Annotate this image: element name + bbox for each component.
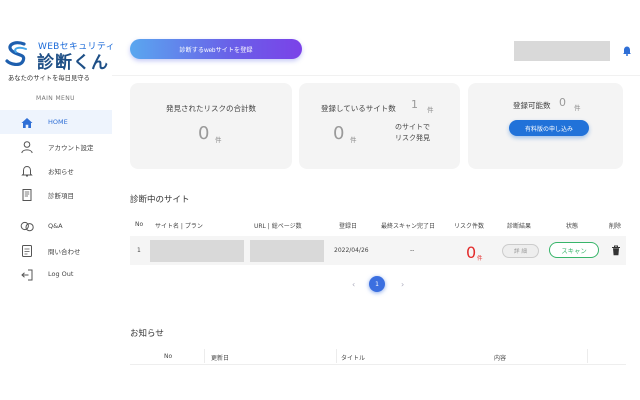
registered-sites-count: 1	[411, 98, 418, 111]
last-scan-date: --	[410, 247, 415, 254]
pagination-next[interactable]: ›	[401, 280, 404, 289]
sidebar-item-diagnosis[interactable]: 診断項目	[0, 182, 112, 206]
brand-logo[interactable]: WEBセキュリティ 診断くん	[4, 38, 115, 73]
column-header: 内容	[494, 355, 507, 362]
sidebar-item-label: 問い合わせ	[48, 248, 81, 256]
sidebar-item-home[interactable]: HOME	[0, 110, 112, 134]
capacity-unit: 件	[574, 104, 581, 112]
register-site-button[interactable]: 診断するwebサイトを登録	[130, 39, 302, 59]
column-header: 削除	[609, 223, 622, 230]
sidebar-item-qa[interactable]: Q&A	[0, 214, 112, 238]
logout-icon	[21, 269, 33, 281]
header-divider	[112, 75, 640, 76]
pagination-current[interactable]: 1	[369, 276, 385, 292]
sidebar-item-label: HOME	[48, 118, 68, 126]
risk-sites-unit: 件	[350, 136, 357, 144]
document-icon	[22, 189, 32, 201]
column-divider	[204, 349, 205, 363]
site-name-redacted	[150, 240, 244, 262]
scan-button[interactable]: スキャン	[549, 242, 599, 258]
column-divider	[336, 349, 337, 363]
registered-date: 2022/04/26	[334, 247, 369, 254]
sidebar-item-label: Log Out	[48, 270, 74, 278]
column-header: 更新日	[211, 355, 230, 362]
column-header: タイトル	[341, 355, 366, 362]
card-title: 登録しているサイト数	[321, 104, 396, 113]
risk-total-value: 0	[198, 123, 210, 144]
card-title: 登録可能数	[513, 101, 551, 110]
note-line: のサイトで	[395, 123, 430, 131]
column-header: URL | 総ページ数	[254, 223, 302, 230]
risk-count-unit: 件	[477, 256, 483, 262]
sidebar-item-label: 診断項目	[48, 192, 74, 200]
sidebar: WEBセキュリティ 診断くん あなたのサイトを毎日見守る MAIN MENU H…	[0, 0, 115, 400]
card-title: 発見されたリスクの合計数	[166, 104, 256, 113]
logo-title: 診断くん	[37, 53, 109, 73]
tagline: あなたのサイトを毎日見守る	[8, 75, 90, 82]
sidebar-item-label: お知らせ	[48, 168, 74, 176]
paid-plan-apply-button[interactable]: 有料版の申し込み	[509, 120, 589, 136]
column-header: 登録日	[339, 223, 358, 230]
column-header: 最終スキャン完了日	[381, 223, 436, 230]
column-divider	[587, 349, 588, 363]
column-header: 診断結果	[507, 223, 532, 230]
capacity-value: 0	[559, 96, 566, 109]
risk-sites-value: 0	[333, 123, 345, 144]
sites-section-title: 診断中のサイト	[130, 195, 190, 205]
chat-icon	[20, 221, 34, 232]
contact-icon	[22, 245, 32, 257]
sidebar-item-news[interactable]: お知らせ	[0, 158, 112, 182]
trash-icon[interactable]	[611, 245, 621, 256]
site-url-redacted	[250, 240, 324, 262]
capacity-card: 登録可能数 0 件 有料版の申し込み	[468, 83, 623, 169]
logo-mark-icon	[5, 41, 27, 66]
detail-button[interactable]: 詳 細	[502, 244, 539, 258]
news-table-divider	[130, 364, 626, 365]
sidebar-item-label: アカウント設定	[48, 144, 94, 152]
pagination-prev[interactable]: ‹	[352, 280, 355, 289]
notification-bell-icon[interactable]	[622, 45, 632, 56]
sidebar-item-label: Q&A	[48, 222, 63, 230]
column-header: 状態	[566, 223, 579, 230]
note-line: リスク発見	[395, 134, 430, 142]
menu-title: MAIN MENU	[36, 95, 75, 102]
risk-total-card: 発見されたリスクの合計数 0 件	[130, 83, 292, 169]
column-header: No	[135, 221, 144, 228]
user-account-box[interactable]	[514, 41, 610, 61]
sidebar-item-account[interactable]: アカウント設定	[0, 134, 112, 158]
sidebar-item-logout[interactable]: Log Out	[0, 262, 112, 286]
registered-sites-count-unit: 件	[427, 106, 434, 114]
home-icon	[21, 118, 33, 128]
registered-sites-card: 登録しているサイト数 1 件 0 件 のサイトで リスク発見	[299, 83, 460, 169]
column-header: No	[164, 353, 173, 360]
user-icon	[21, 141, 33, 154]
column-header: リスク件数	[454, 223, 485, 230]
row-number: 1	[137, 247, 141, 254]
news-section-title: お知らせ	[130, 329, 164, 339]
risk-count: 0	[466, 243, 477, 262]
risk-sites-note: のサイトで リスク発見	[395, 122, 430, 144]
sidebar-item-contact[interactable]: 問い合わせ	[0, 238, 112, 262]
column-header: サイト名 | プラン	[155, 223, 203, 230]
bell-icon	[21, 165, 33, 177]
risk-total-unit: 件	[215, 136, 222, 144]
